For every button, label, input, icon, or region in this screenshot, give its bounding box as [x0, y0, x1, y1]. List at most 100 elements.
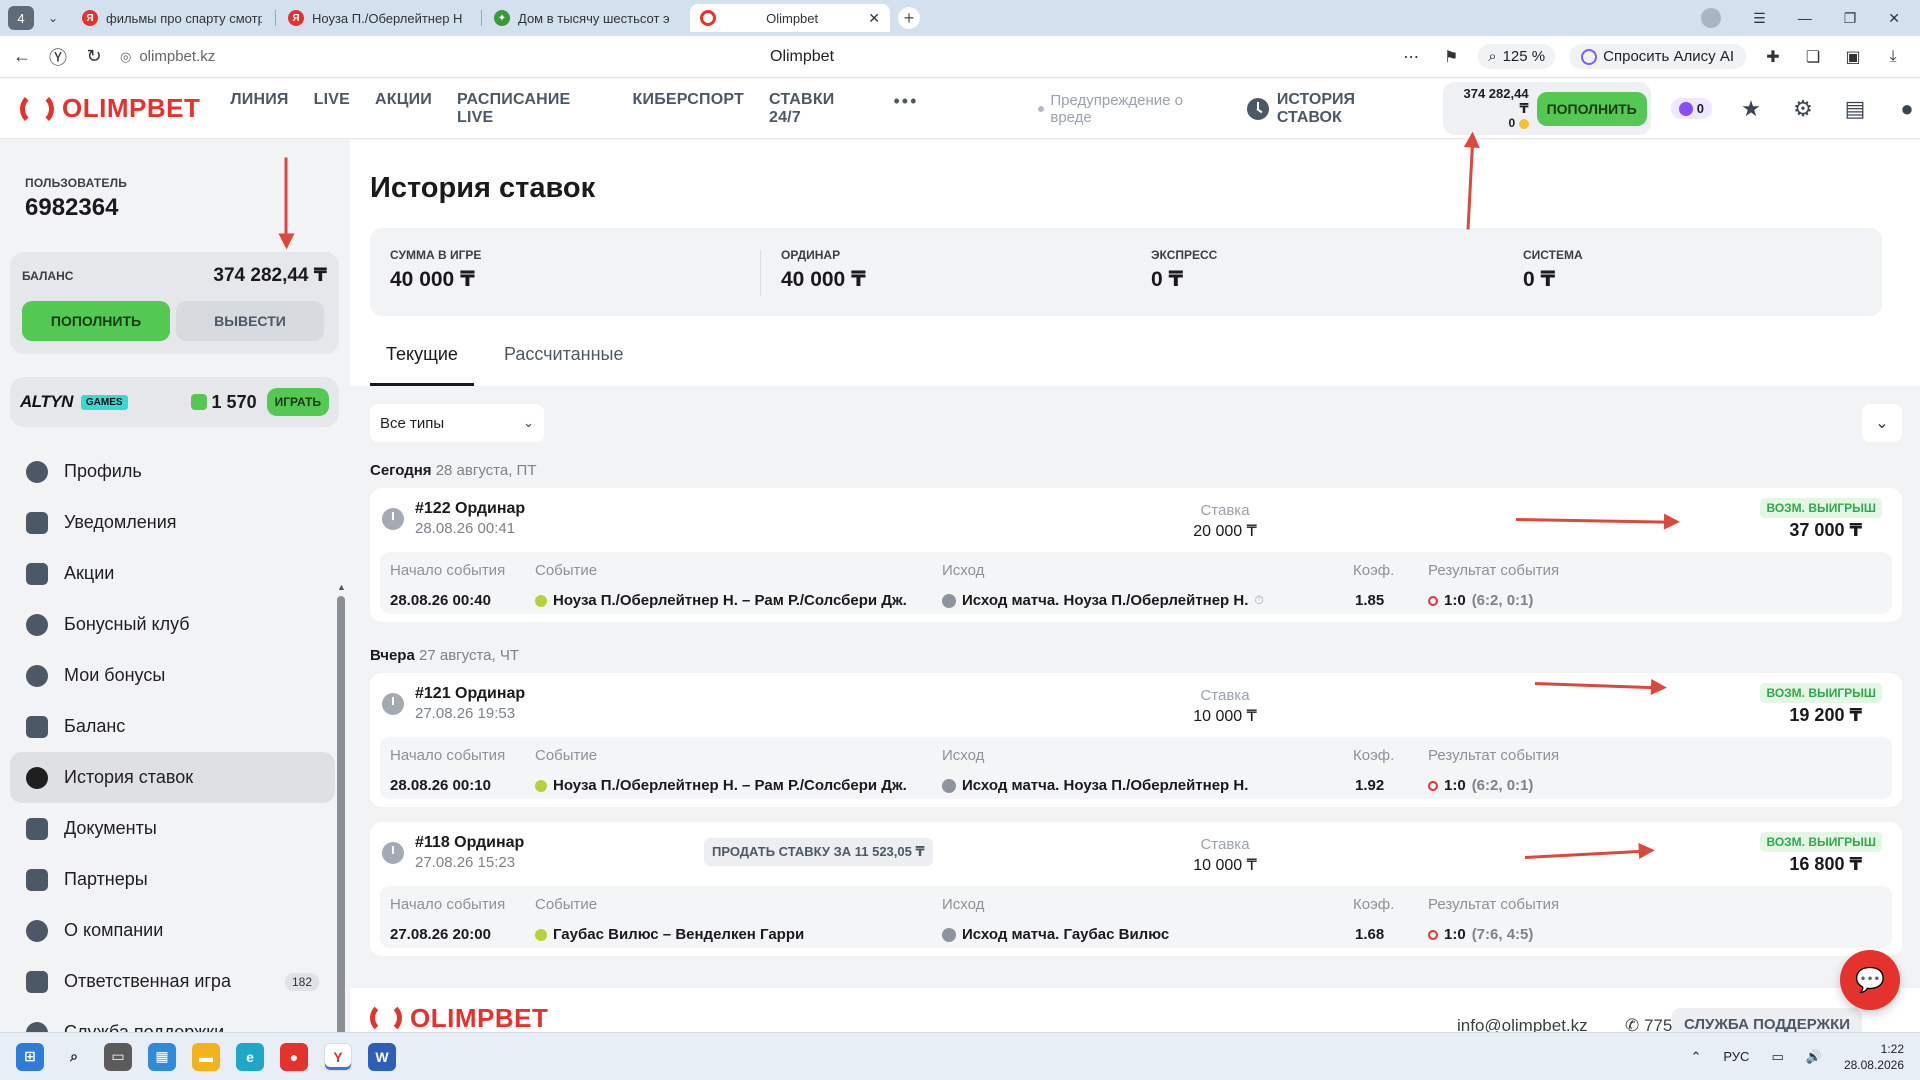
windows-start-icon[interactable]: ⊞	[16, 1042, 44, 1071]
alice-button[interactable]: Спросить Алису AI	[1569, 44, 1746, 69]
event-name[interactable]: Ноуза П./Оберлейтнер Н. – Рам Р./Солсбер…	[553, 592, 907, 609]
edge-icon[interactable]: e	[236, 1042, 264, 1071]
menu-esports[interactable]: КИБЕРСПОРТ	[633, 91, 744, 127]
footer-support-button[interactable]: СЛУЖБА ПОДДЕРЖКИ	[1672, 1008, 1863, 1032]
bet-card[interactable]: #121 Ординар 27.08.26 19:53 Ставка 10 00…	[370, 673, 1902, 807]
language-indicator[interactable]: РУС	[1723, 1049, 1749, 1064]
chrome-icon[interactable]: ●	[280, 1042, 308, 1071]
new-tab-button[interactable]: +	[898, 7, 920, 29]
sidebar-item-partners[interactable]: Партнеры	[10, 854, 335, 905]
menu-live-schedule[interactable]: РАСПИСАНИЕ LIVE	[457, 91, 608, 127]
word-icon[interactable]: W	[368, 1042, 396, 1071]
browser-tab-1[interactable]: Я фильмы про спарту смотр	[72, 4, 276, 32]
menu-line[interactable]: ЛИНИЯ	[230, 91, 288, 127]
harm-warning-link[interactable]: Предупреждение о вреде	[1038, 92, 1226, 126]
sidebar-item-label: Документы	[64, 818, 157, 838]
outcome-name: Исход матча. Гаубас Вилюс	[962, 926, 1170, 943]
sidebar-item-support[interactable]: Служба поддержки	[10, 1007, 335, 1032]
site-info-icon[interactable]: ◎	[120, 49, 131, 65]
tray-chevron-icon[interactable]: ⌃	[1691, 1049, 1702, 1065]
tab-settled[interactable]: Рассчитанные	[504, 336, 640, 386]
header-topup-button[interactable]: ПОПОЛНИТЬ	[1536, 91, 1647, 126]
wallet-icon	[26, 715, 48, 738]
footer-logo[interactable]: OLIMPBET	[370, 1002, 548, 1032]
bet-date: 27.08.26 15:23	[415, 854, 516, 871]
download-icon[interactable]: ⤓	[1880, 44, 1906, 70]
browser-tab-2[interactable]: Я Ноуза П./Оберлейтнер Н	[278, 4, 482, 32]
sidebar-item-notifications[interactable]: Уведомления	[10, 497, 335, 548]
collections-icon[interactable]: ❏	[1800, 44, 1826, 70]
event-name[interactable]: Ноуза П./Оберлейтнер Н. – Рам Р./Солсбер…	[553, 777, 907, 794]
menu-live[interactable]: LIVE	[314, 91, 350, 127]
olimpbet-logo[interactable]: OLIMPBET	[20, 91, 200, 126]
search-icon: ⌕	[1488, 48, 1497, 65]
menu-promotions[interactable]: АКЦИИ	[375, 91, 432, 127]
close-window-icon[interactable]: ✕	[1888, 10, 1900, 27]
yandex-home-icon[interactable]: Ⓨ	[40, 39, 76, 75]
chat-icon[interactable]: ▤	[1842, 96, 1868, 122]
tabs-dropdown-icon[interactable]: ⌄	[40, 6, 66, 30]
tab-current[interactable]: Текущие	[370, 336, 474, 386]
url-field[interactable]: ◎ olimpbet.kz	[120, 48, 680, 65]
chat-fab-button[interactable]: 💬	[1840, 950, 1900, 1010]
close-tab-icon[interactable]: ✕	[868, 10, 880, 27]
menu-more-icon[interactable]: •••	[894, 91, 919, 127]
tab-counter[interactable]: 4	[8, 6, 34, 30]
expand-all-button[interactable]: ⌄	[1862, 404, 1902, 442]
sidebar-topup-button[interactable]: ПОПОЛНИТЬ	[22, 301, 170, 341]
summary-panel: СУММА В ИГРЕ 40 000 ₸ ОРДИНАР 40 000 ₸ Э…	[370, 228, 1882, 316]
browser-tab-3[interactable]: ✦ Дом в тысячу шестьсот э	[484, 4, 684, 32]
bet-history-link[interactable]: ИСТОРИЯ СТАВОК	[1246, 91, 1423, 127]
sidebar-item-bet-history[interactable]: История ставок	[10, 752, 335, 803]
bet-card[interactable]: #122 Ординар 28.08.26 00:41 Ставка 20 00…	[370, 488, 1902, 622]
bet-type-filter[interactable]: Все типы ⌄	[370, 404, 544, 442]
sidebar-item-my-bonuses[interactable]: Мои бонусы	[10, 650, 335, 701]
sidebar-item-profile[interactable]: Профиль	[10, 446, 335, 497]
search-icon[interactable]: ⌕	[60, 1043, 88, 1071]
zoom-indicator[interactable]: ⌕ 125 %	[1478, 44, 1556, 69]
star-icon[interactable]: ★	[1738, 96, 1764, 122]
sidebar-item-balance[interactable]: Баланс	[10, 701, 335, 752]
store-icon[interactable]: ▦	[148, 1042, 176, 1071]
profile-icon[interactable]	[1701, 8, 1722, 28]
extensions-icon[interactable]: ✚	[1760, 44, 1786, 70]
gear-icon[interactable]: ⚙	[1790, 96, 1816, 122]
sidebar-item-documents[interactable]: Документы	[10, 803, 335, 854]
result-score: 1:0	[1444, 777, 1466, 794]
menu-icon[interactable]: ☰	[1753, 10, 1766, 27]
network-icon[interactable]: ▭	[1771, 1049, 1783, 1065]
volume-icon[interactable]: 🔊	[1806, 1049, 1822, 1065]
play-button[interactable]: ИГРАТЬ	[266, 388, 329, 416]
sidebar-scrollbar[interactable]: ▲ ▼	[337, 582, 346, 1032]
menu-bets-247[interactable]: СТАВКИ 24/7	[769, 91, 869, 127]
footer-email[interactable]: info@olimpbet.kz	[1457, 1016, 1588, 1032]
outcome-icon	[942, 927, 956, 942]
sidebar-item-promotions[interactable]: Акции	[10, 548, 335, 599]
browser-tab-active[interactable]: Olimpbet ✕	[690, 4, 890, 32]
withdraw-button[interactable]: ВЫВЕСТИ	[176, 301, 324, 341]
user-icon[interactable]: ●	[1894, 96, 1920, 122]
more-dots-icon[interactable]: ⋯	[1398, 44, 1424, 70]
restore-icon[interactable]: ❐	[1844, 10, 1857, 27]
header-balance[interactable]: 374 282,44 ₸ 0 ПОПОЛНИТЬ	[1442, 82, 1651, 135]
scroll-up-icon[interactable]: ▲	[337, 582, 346, 592]
scroll-thumb[interactable]	[337, 596, 345, 1032]
reload-icon[interactable]: ↻	[76, 39, 112, 75]
system-clock[interactable]: 1:22 28.08.2026	[1844, 1041, 1904, 1073]
yandex-browser-icon[interactable]: Y	[324, 1042, 352, 1071]
event-name[interactable]: Гаубас Вилюс – Венделкен Гарри	[553, 926, 804, 943]
folder-icon[interactable]: ▬	[192, 1042, 220, 1071]
sidebar-item-bonus-club[interactable]: Бонусный клуб	[10, 599, 335, 650]
translate-icon[interactable]: ▣	[1840, 44, 1866, 70]
bonus-counter[interactable]: 0	[1670, 98, 1712, 119]
count-badge: 182	[284, 972, 319, 991]
bookmark-icon[interactable]: ⚑	[1438, 44, 1464, 70]
bet-card[interactable]: #118 Ординар 27.08.26 15:23 ПРОДАТЬ СТАВ…	[370, 822, 1902, 956]
sidebar-item-responsible-gaming[interactable]: Ответственная игра 182	[10, 956, 335, 1007]
back-icon[interactable]: ←	[4, 39, 40, 75]
cashout-button[interactable]: ПРОДАТЬ СТАВКУ ЗА 11 523,05 ₸	[704, 838, 933, 866]
altyn-games-card[interactable]: ALTYN GAMES 1 570 ИГРАТЬ	[10, 377, 339, 427]
minimize-icon[interactable]: —	[1798, 10, 1812, 26]
sidebar-item-about[interactable]: О компании	[10, 905, 335, 956]
task-view-icon[interactable]: ▭	[104, 1042, 132, 1071]
